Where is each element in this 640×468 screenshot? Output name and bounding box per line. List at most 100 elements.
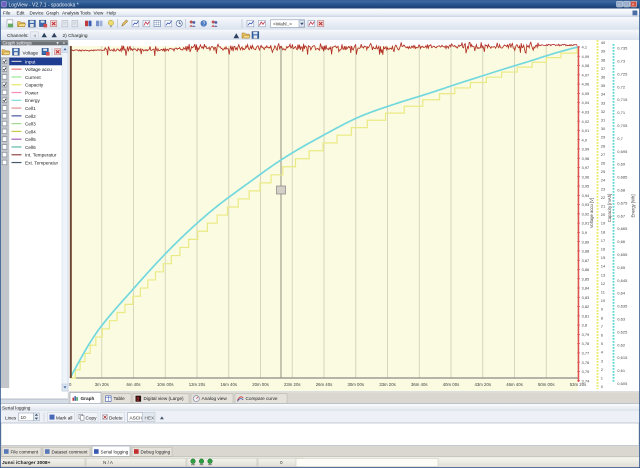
svg-text:Table: Table <box>114 396 126 401</box>
svg-text:4,06: 4,06 <box>582 82 591 87</box>
svg-text:Junsi iCharger 3008+: Junsi iCharger 3008+ <box>2 460 51 466</box>
svg-text:Digital view (Large): Digital view (Large) <box>144 396 185 401</box>
svg-text:Cell5: Cell5 <box>25 137 36 142</box>
svg-text:43m 20s: 43m 20s <box>475 382 491 387</box>
svg-text:4,08: 4,08 <box>582 63 591 68</box>
svg-text:Analog view: Analog view <box>202 396 228 401</box>
svg-text:0,645: 0,645 <box>617 278 628 283</box>
svg-text:Channels:: Channels: <box>7 33 29 39</box>
svg-text:?: ? <box>203 21 206 27</box>
svg-text:0,67: 0,67 <box>617 213 626 218</box>
svg-text:Tools: Tools <box>80 11 91 16</box>
svg-text:27: 27 <box>601 152 606 157</box>
svg-text:2) Charging: 2) Charging <box>63 33 88 39</box>
svg-text:4,03: 4,03 <box>582 109 591 114</box>
svg-text:Input: Input <box>25 59 36 64</box>
svg-text:Graph settings: Graph settings <box>3 40 33 45</box>
svg-text:Cell4: Cell4 <box>25 129 36 134</box>
svg-text:Serial logging: Serial logging <box>2 405 31 410</box>
svg-text:3,97: 3,97 <box>582 165 591 170</box>
svg-text:3,74: 3,74 <box>582 378 591 383</box>
svg-text:3,77: 3,77 <box>582 351 591 356</box>
svg-text:33m 20s: 33m 20s <box>379 382 395 387</box>
svg-text:N / A: N / A <box>103 460 114 465</box>
svg-text:3,89: 3,89 <box>582 239 591 244</box>
svg-text:×: × <box>63 41 66 46</box>
svg-text:20: 20 <box>601 212 606 217</box>
svg-text:12: 12 <box>601 281 606 286</box>
svg-text:Mark all: Mark all <box>56 415 72 420</box>
svg-text:File comment: File comment <box>11 450 39 455</box>
svg-text:0,675: 0,675 <box>617 200 628 205</box>
svg-text:Energy [Wh]: Energy [Wh] <box>631 194 636 217</box>
svg-text:26: 26 <box>601 161 606 166</box>
svg-text:Compare curve: Compare curve <box>246 396 278 401</box>
svg-text:38: 38 <box>601 57 606 62</box>
svg-text:Voltage accu: Voltage accu <box>25 67 52 72</box>
svg-text:4,02: 4,02 <box>582 119 591 124</box>
svg-text:37: 37 <box>601 66 606 71</box>
svg-text:0,69: 0,69 <box>617 162 626 167</box>
svg-text:0,715: 0,715 <box>617 97 628 102</box>
svg-text:3,95: 3,95 <box>582 184 591 189</box>
svg-text:6m 40s: 6m 40s <box>126 382 140 387</box>
svg-text:3,83: 3,83 <box>582 295 591 300</box>
svg-text:0,605: 0,605 <box>617 381 628 386</box>
svg-text:3,94: 3,94 <box>582 193 591 198</box>
svg-text:3,86: 3,86 <box>582 267 591 272</box>
svg-text:Device: Device <box>30 11 44 16</box>
svg-text:0,72: 0,72 <box>617 84 626 89</box>
svg-text:HEX: HEX <box>145 415 156 420</box>
svg-text:15: 15 <box>601 255 606 260</box>
svg-text:50m 00s: 50m 00s <box>538 382 554 387</box>
svg-text:3,82: 3,82 <box>582 304 591 309</box>
svg-text:Capacity [mAh]: Capacity [mAh] <box>607 194 612 222</box>
svg-text:3,81: 3,81 <box>582 313 591 318</box>
svg-text:0,63: 0,63 <box>617 317 626 322</box>
svg-text:0,61: 0,61 <box>617 368 626 373</box>
svg-text:29: 29 <box>601 135 606 140</box>
svg-text:▼: ▼ <box>56 41 60 46</box>
svg-text:0,71: 0,71 <box>617 110 626 115</box>
svg-text:Cell1: Cell1 <box>25 106 36 111</box>
svg-text:0,625: 0,625 <box>617 329 628 334</box>
svg-text:3,99: 3,99 <box>582 147 591 152</box>
svg-text:Current: Current <box>25 75 41 80</box>
svg-text:Cell2: Cell2 <box>25 114 36 119</box>
svg-text:40m 00s: 40m 00s <box>443 382 459 387</box>
svg-text:4,07: 4,07 <box>582 72 591 77</box>
svg-text:4,1: 4,1 <box>582 45 588 50</box>
svg-text:View: View <box>94 11 105 16</box>
svg-text:Dataset comment: Dataset comment <box>52 450 89 455</box>
svg-text:–: – <box>618 2 621 7</box>
svg-text:Cell6: Cell6 <box>25 145 36 150</box>
svg-text:3,87: 3,87 <box>582 258 591 263</box>
svg-text:Power: Power <box>25 90 39 95</box>
svg-text:3,75: 3,75 <box>582 369 591 374</box>
svg-text:3,9: 3,9 <box>582 230 588 235</box>
svg-text:22: 22 <box>601 195 606 200</box>
svg-text:ASCII: ASCII <box>130 415 142 420</box>
svg-text:36: 36 <box>601 75 606 80</box>
svg-text:0,64: 0,64 <box>617 291 626 296</box>
svg-text:3,8: 3,8 <box>582 323 588 328</box>
svg-text:30m 00s: 30m 00s <box>348 382 364 387</box>
svg-text:0,695: 0,695 <box>617 149 628 154</box>
svg-text:Debug logging: Debug logging <box>141 450 171 455</box>
svg-text:0,665: 0,665 <box>617 226 628 231</box>
svg-text:Capacity: Capacity <box>25 83 44 88</box>
svg-text:0,685: 0,685 <box>617 175 628 180</box>
svg-text:3,85: 3,85 <box>582 276 591 281</box>
svg-text:20m 00s: 20m 00s <box>252 382 268 387</box>
svg-text:4,0: 4,0 <box>582 137 588 142</box>
svg-text:31: 31 <box>601 118 606 123</box>
svg-text:3m 20s: 3m 20s <box>95 382 109 387</box>
svg-text:Delete: Delete <box>109 415 123 420</box>
svg-text:34: 34 <box>601 92 606 97</box>
svg-text:Ext. Temperatur: Ext. Temperatur <box>25 160 58 165</box>
svg-text:17: 17 <box>601 238 606 243</box>
svg-text:0,73: 0,73 <box>617 59 626 64</box>
svg-text:Graph: Graph <box>81 396 95 401</box>
svg-text:26m 40s: 26m 40s <box>316 382 332 387</box>
svg-text:18: 18 <box>601 229 606 234</box>
